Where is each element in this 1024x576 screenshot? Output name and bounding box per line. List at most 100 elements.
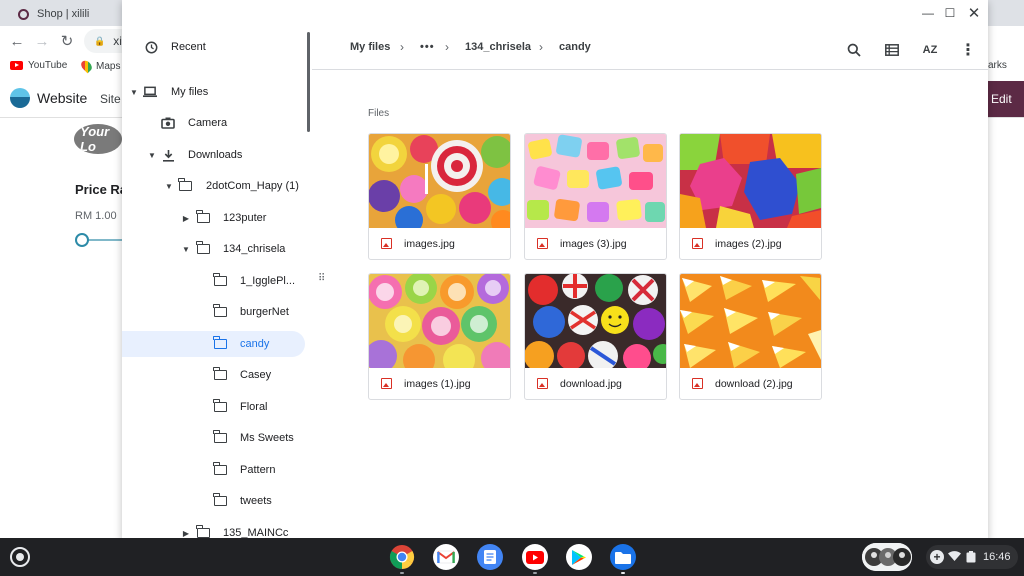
address-text: xi: [113, 34, 122, 48]
bookmark-label: Maps: [96, 60, 121, 72]
more-vert-icon[interactable]: ⋮: [956, 38, 980, 62]
list-view-icon[interactable]: [880, 38, 904, 62]
edit-button[interactable]: Edit: [985, 81, 1024, 117]
sort-icon[interactable]: AZ: [918, 38, 942, 62]
sidebar-item-label: 134_chrisela: [223, 243, 286, 255]
forward-arrow-icon[interactable]: →: [33, 32, 51, 50]
running-indicator: [533, 572, 537, 574]
lock-icon: 🔒: [94, 35, 106, 46]
browser-tab[interactable]: Shop | xilili: [8, 2, 99, 26]
site-title: Website: [37, 90, 88, 106]
sidebar-item-folder[interactable]: Pattern: [122, 457, 312, 483]
file-name: images.jpg: [404, 238, 455, 250]
camera-icon: [161, 116, 175, 130]
your-logo: Your Lo: [74, 124, 122, 154]
holding-space-tray[interactable]: [862, 543, 912, 571]
maps-icon: [79, 58, 94, 74]
file-name: images (1).jpg: [404, 378, 471, 390]
sidebar-item-folder[interactable]: ▼ 2dotCom_Hapy (1): [122, 173, 312, 199]
slider-knob[interactable]: [75, 233, 89, 247]
minimize-icon[interactable]: —: [918, 4, 938, 22]
folder-icon: [212, 336, 227, 351]
sidebar-item-folder[interactable]: 1_IgglePl...: [122, 268, 312, 294]
sidebar-item-camera[interactable]: Camera: [122, 110, 312, 136]
sidebar-item-label: 1_IgglePl...: [240, 275, 296, 287]
image-file-icon: [381, 238, 392, 249]
reload-icon[interactable]: ↻: [58, 32, 76, 50]
file-name: images (3).jpg: [560, 238, 627, 250]
file-tile[interactable]: images (3).jpg: [524, 133, 667, 260]
collapsed-arrow-icon[interactable]: ▶: [181, 529, 191, 538]
play-store-icon[interactable]: [566, 544, 592, 570]
docs-icon[interactable]: [477, 544, 503, 570]
sidebar-item-candy[interactable]: candy: [122, 331, 305, 357]
thumbnail-image: [680, 134, 821, 228]
file-tile-footer: download.jpg: [525, 368, 666, 399]
sidebar-item-recent[interactable]: Recent: [122, 34, 312, 60]
edit-button-label: Edit: [991, 92, 1012, 106]
sidebar-item-my-files[interactable]: ▼ My files: [122, 79, 312, 105]
image-file-icon: [692, 238, 703, 249]
expand-arrow-icon[interactable]: ▼: [164, 182, 174, 191]
expand-arrow-icon[interactable]: ▼: [129, 88, 139, 97]
clock-icon: [144, 40, 158, 54]
bookmark-maps[interactable]: Maps: [79, 58, 121, 74]
sidebar-item-folder[interactable]: tweets: [122, 488, 312, 514]
folder-icon: [212, 493, 227, 508]
price-slider[interactable]: [75, 233, 122, 247]
files-icon[interactable]: [610, 544, 636, 570]
folder-icon: [195, 241, 210, 256]
running-indicator: [621, 572, 625, 574]
expand-arrow-icon[interactable]: ▼: [181, 245, 191, 254]
sidebar-item-folder[interactable]: Ms Sweets: [122, 425, 312, 451]
sidebar-item-downloads[interactable]: ▼ Downloads: [122, 142, 312, 168]
battery-icon: [966, 551, 976, 566]
bookmark-youtube[interactable]: YouTube: [10, 60, 67, 71]
search-icon[interactable]: [842, 38, 866, 62]
file-tile[interactable]: images.jpg: [368, 133, 511, 260]
bookmark-label: YouTube: [28, 60, 68, 71]
shelf: + 16:46: [0, 538, 1024, 576]
breadcrumb-my-files[interactable]: My files: [350, 41, 390, 53]
image-file-icon: [537, 378, 548, 389]
chrome-icon[interactable]: [389, 544, 415, 570]
sidebar-item-folder[interactable]: ▶ 135_MAINCc: [122, 520, 312, 540]
file-tile[interactable]: images (1).jpg: [368, 273, 511, 400]
folder-icon: [212, 273, 227, 288]
close-icon[interactable]: ✕: [964, 4, 984, 22]
youtube-icon[interactable]: [522, 544, 548, 570]
running-indicator: [400, 572, 404, 574]
thumbnail-image: [680, 274, 821, 368]
sort-label: AZ: [922, 44, 938, 56]
file-tile-footer: images (3).jpg: [525, 228, 666, 259]
launcher-icon[interactable]: [10, 547, 30, 567]
expand-arrow-icon[interactable]: ▼: [147, 151, 157, 160]
file-tile[interactable]: download.jpg: [524, 273, 667, 400]
file-tile[interactable]: download (2).jpg: [679, 273, 822, 400]
status-tray[interactable]: + 16:46: [926, 545, 1018, 569]
file-tile-footer: images (2).jpg: [680, 228, 821, 259]
browser-tab-title: Shop | xilili: [37, 8, 90, 20]
sidebar-item-label: Casey: [240, 369, 272, 381]
sidebar-item-folder[interactable]: ▼ 134_chrisela: [122, 236, 312, 262]
maximize-icon[interactable]: ☐: [940, 4, 960, 22]
collapsed-arrow-icon[interactable]: ▶: [181, 214, 191, 223]
sidebar-item-folder[interactable]: Floral: [122, 394, 312, 420]
site-nav-link[interactable]: Site: [100, 92, 121, 106]
sidebar-item-label: burgerNet: [240, 306, 289, 318]
chevron-right-icon: ›: [539, 40, 543, 54]
file-tile-footer: images (1).jpg: [369, 368, 510, 399]
sidebar-item-folder[interactable]: Casey: [122, 362, 312, 388]
breadcrumb-overflow-icon[interactable]: •••: [420, 41, 435, 53]
sidebar-item-folder[interactable]: ▶ 123puter: [122, 205, 312, 231]
sidebar-item-folder[interactable]: burgerNet: [122, 299, 312, 325]
files-app-window: Recent ▼ My files Camera ▼ Downloads ▼ 2…: [122, 0, 988, 540]
breadcrumb-candy[interactable]: candy: [559, 41, 591, 53]
sidebar-item-label: 2dotCom_Hapy (1): [206, 180, 299, 192]
sidebar-item-label: candy: [240, 338, 270, 350]
gmail-icon[interactable]: [433, 544, 459, 570]
breadcrumb-134-chrisela[interactable]: 134_chrisela: [465, 41, 531, 53]
back-arrow-icon[interactable]: ←: [8, 32, 26, 50]
bookmarks-overflow[interactable]: arks: [988, 60, 1007, 71]
file-tile[interactable]: images (2).jpg: [679, 133, 822, 260]
